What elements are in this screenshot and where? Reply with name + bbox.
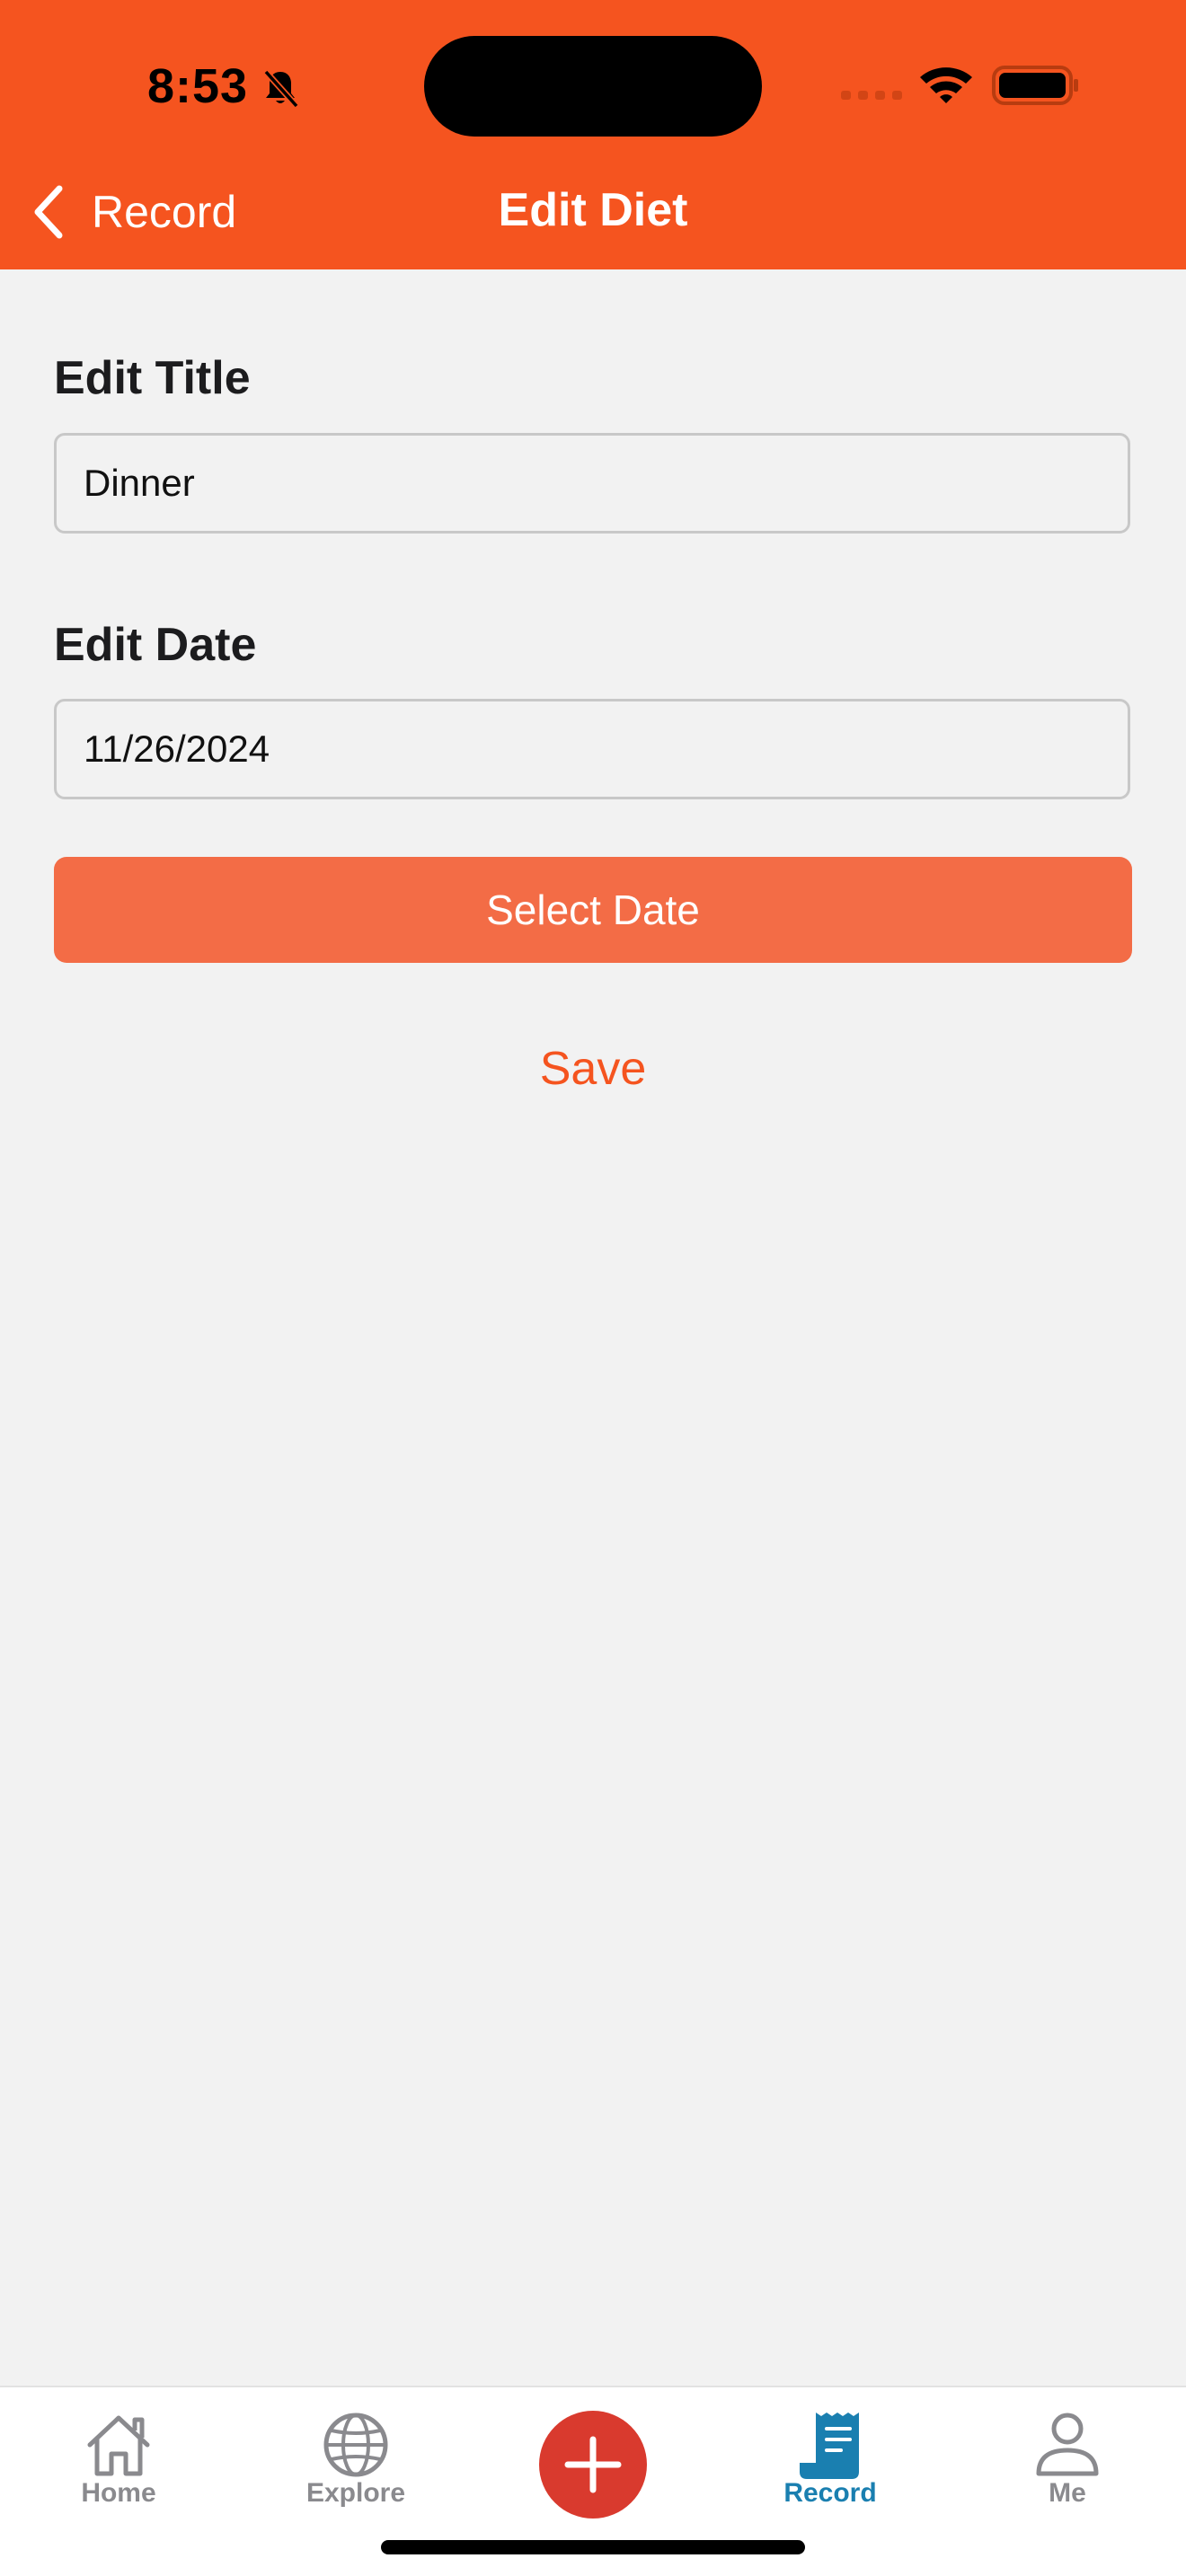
- tab-home[interactable]: Home: [0, 2387, 237, 2513]
- tab-me-label: Me: [1049, 2478, 1086, 2508]
- plus-icon: [564, 2436, 622, 2493]
- add-button[interactable]: [539, 2411, 647, 2519]
- save-button[interactable]: Save: [413, 1031, 773, 1107]
- date-input[interactable]: [54, 699, 1130, 799]
- dynamic-island: [424, 36, 762, 137]
- wifi-icon: [920, 67, 972, 103]
- chevron-left-icon: [34, 185, 63, 239]
- tab-me[interactable]: Me: [949, 2387, 1186, 2513]
- tab-bar: Home Explore Record Me: [0, 2386, 1186, 2576]
- back-label: Record: [92, 187, 237, 237]
- tab-record[interactable]: Record: [712, 2387, 949, 2513]
- home-indicator: [381, 2540, 805, 2554]
- cellular-signal-icon: [841, 91, 902, 100]
- select-date-button[interactable]: Select Date: [54, 857, 1132, 963]
- person-icon: [1036, 2413, 1099, 2476]
- globe-icon: [323, 2413, 388, 2477]
- tab-record-label: Record: [783, 2478, 877, 2508]
- edit-title-label: Edit Title: [54, 352, 251, 404]
- back-button[interactable]: Record: [31, 176, 236, 248]
- status-time: 8:53: [147, 59, 249, 113]
- page-title: Edit Diet: [498, 184, 688, 236]
- title-input[interactable]: [54, 433, 1130, 534]
- battery-icon: [992, 66, 1078, 105]
- header: 8:53 Record Edit Diet: [0, 0, 1186, 269]
- edit-date-label: Edit Date: [54, 619, 257, 671]
- home-icon: [87, 2415, 150, 2476]
- receipt-icon: [800, 2413, 859, 2479]
- tab-home-label: Home: [81, 2478, 156, 2508]
- bell-muted-icon: [263, 69, 299, 109]
- tab-explore[interactable]: Explore: [237, 2387, 474, 2513]
- tab-explore-label: Explore: [305, 2478, 406, 2508]
